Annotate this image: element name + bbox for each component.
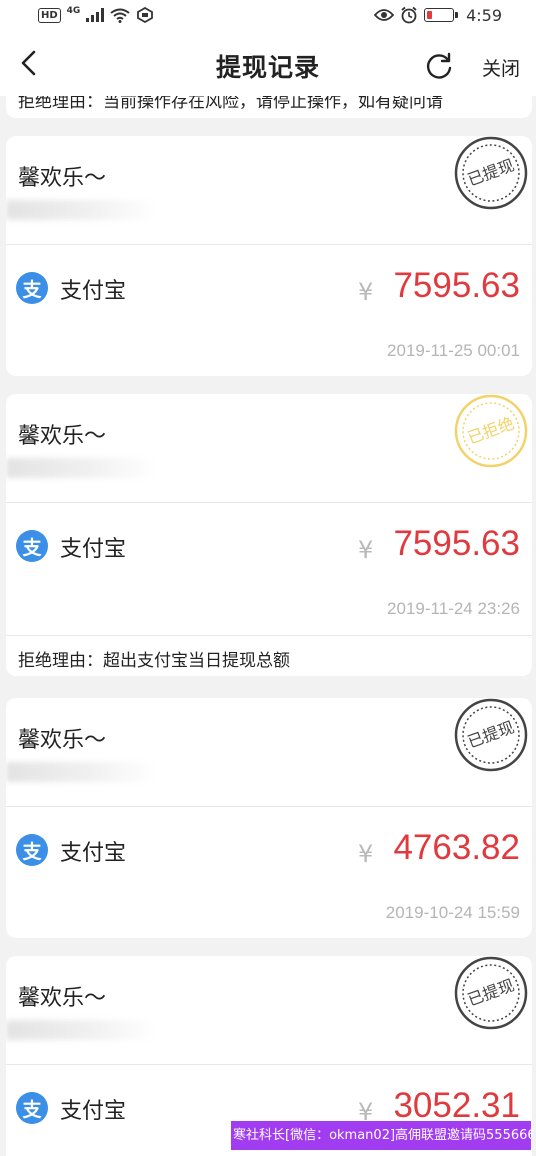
- wifi-icon: [110, 8, 130, 23]
- app-notification-icon: [137, 7, 154, 23]
- partial-record-card: 拒绝理由：当前操作存在风险，请停止操作，如有疑问请: [6, 96, 532, 118]
- payment-method-label: 支付宝: [60, 279, 127, 304]
- withdrawal-record-list[interactable]: 拒绝理由：当前操作存在风险，请停止操作，如有疑问请 馨欢乐～ 已提现支支付宝 ¥75…: [0, 96, 536, 1156]
- payment-method-label: 支付宝: [60, 1099, 127, 1124]
- withdrawal-date: 2019-10-24 15:59: [385, 903, 520, 922]
- status-stamp-text: 已提现: [465, 155, 517, 189]
- alipay-icon: 支: [16, 272, 48, 304]
- hd-badge: HD: [38, 7, 61, 23]
- eye-icon: [374, 9, 395, 21]
- watermark-banner: 寒社科长[微信：okman02]高佣联盟邀请码555666: [231, 1121, 531, 1150]
- divider: [6, 1064, 532, 1065]
- alipay-icon: 支: [16, 1092, 48, 1124]
- currency-symbol: ¥: [358, 536, 374, 564]
- withdrawal-record-card[interactable]: 馨欢乐～ 已提现支支付宝 ¥7595.63 2019-11-25 00:01: [6, 136, 532, 376]
- withdrawal-record-card[interactable]: 馨欢乐～ 已拒绝支支付宝 ¥7595.63 2019-11-24 23:26 拒绝理由：…: [6, 394, 532, 676]
- withdrawal-amount: 4763.82: [393, 828, 520, 867]
- blurred-account-number: [6, 762, 156, 782]
- withdrawal-amount: 7595.63: [393, 266, 520, 305]
- withdrawal-date: 2019-11-24 23:26: [387, 599, 520, 618]
- withdrawal-amount: 7595.63: [393, 524, 520, 563]
- payment-method-label: 支付宝: [60, 841, 127, 866]
- withdrawal-amount: 3052.31: [393, 1086, 520, 1125]
- page-title: 提现记录: [215, 53, 320, 82]
- divider: [6, 635, 532, 636]
- status-left: HD 4G: [38, 6, 154, 23]
- status-bar: HD 4G 4:59: [0, 0, 536, 30]
- alipay-icon: 支: [16, 834, 48, 866]
- status-stamp-text: 已提现: [465, 717, 517, 751]
- currency-symbol: ¥: [358, 840, 374, 868]
- status-stamp: 已提现: [454, 956, 528, 1030]
- alipay-icon: 支: [16, 530, 48, 562]
- close-button[interactable]: 关闭: [482, 54, 520, 81]
- status-stamp: 已提现: [454, 698, 528, 772]
- divider: [6, 502, 532, 503]
- divider: [6, 244, 532, 245]
- account-name: 馨欢乐～: [18, 728, 107, 753]
- nav-bar: 提现记录 关闭: [0, 30, 536, 96]
- refresh-icon[interactable]: [424, 51, 454, 81]
- status-stamp: 已拒绝: [454, 394, 528, 468]
- account-name: 馨欢乐～: [18, 424, 107, 449]
- account-name: 馨欢乐～: [18, 166, 107, 191]
- account-name: 馨欢乐～: [18, 986, 107, 1011]
- status-stamp: 已提现: [454, 136, 528, 210]
- divider: [6, 806, 532, 807]
- partial-reject-reason: 拒绝理由：当前操作存在风险，请停止操作，如有疑问请: [18, 96, 443, 112]
- blurred-account-number: [6, 1020, 156, 1040]
- status-time: 4:59: [466, 5, 502, 25]
- battery-icon: [424, 8, 459, 22]
- withdrawal-record-card[interactable]: 馨欢乐～ 已提现支支付宝 ¥4763.82 2019-10-24 15:59: [6, 698, 532, 938]
- blurred-account-number: [6, 200, 156, 220]
- signal-icon: [86, 8, 105, 22]
- status-right: 4:59: [374, 6, 502, 25]
- blurred-account-number: [6, 458, 156, 478]
- network-gen-label: 4G: [66, 6, 81, 16]
- reject-reason: 拒绝理由：超出支付宝当日提现总额: [18, 651, 290, 671]
- alarm-icon: [401, 6, 417, 24]
- status-stamp-text: 已拒绝: [465, 413, 517, 447]
- payment-method-label: 支付宝: [60, 537, 127, 562]
- withdrawal-date: 2019-11-25 00:01: [387, 341, 520, 360]
- status-stamp-text: 已提现: [465, 975, 517, 1009]
- currency-symbol: ¥: [358, 278, 374, 306]
